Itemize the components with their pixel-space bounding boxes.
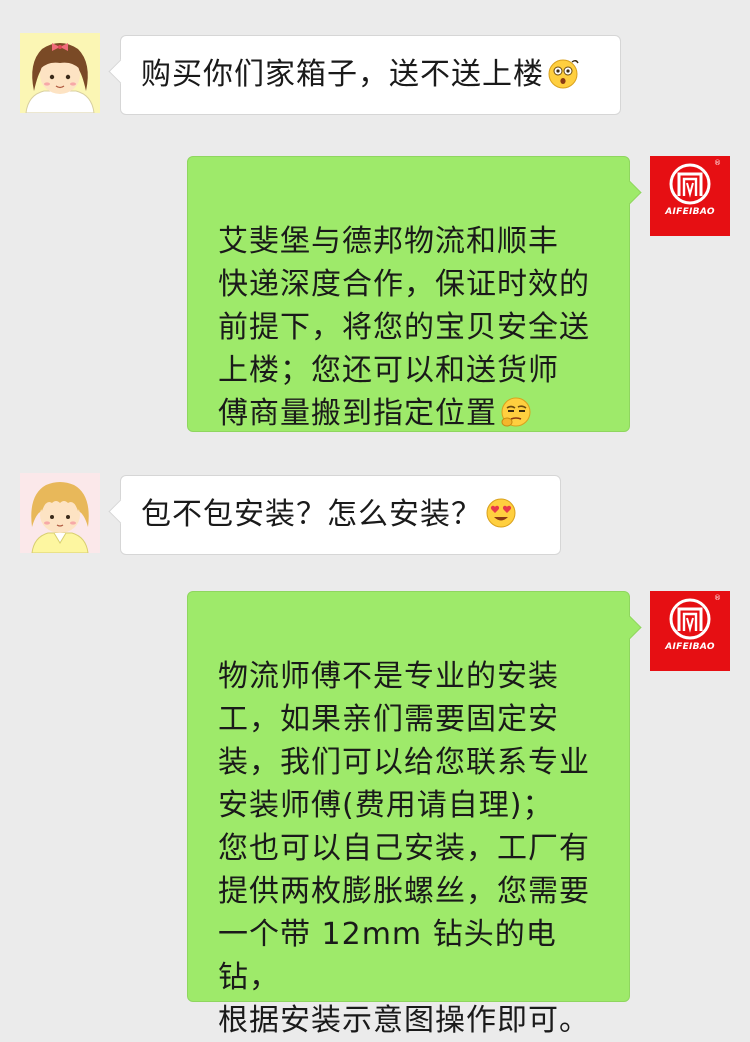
brand-name-label: AIFEIBAO bbox=[665, 642, 715, 652]
girl-with-bow-avatar-icon bbox=[20, 33, 100, 113]
heart-eyes-emoji-icon bbox=[484, 496, 518, 530]
shop-avatar[interactable]: ® AIFEIBAO bbox=[650, 591, 730, 671]
customer-avatar[interactable] bbox=[20, 473, 100, 553]
outgoing-message-bubble[interactable]: 物流师傅不是专业的安装 工，如果亲们需要固定安 装，我们可以给您联系专业 安装师… bbox=[187, 591, 630, 1038]
aifeibao-logo-icon bbox=[669, 163, 711, 205]
incoming-message-bubble[interactable]: 包不包安装？怎么安装？ bbox=[120, 475, 561, 555]
shop-avatar[interactable]: ® AIFEIBAO bbox=[650, 156, 730, 236]
message-text: 物流师傅不是专业的安装 工，如果亲们需要固定安 装，我们可以给您联系专业 安装师… bbox=[218, 659, 590, 1038]
customer-avatar[interactable] bbox=[20, 33, 100, 113]
aifeibao-logo-icon bbox=[669, 598, 711, 640]
registered-mark: ® bbox=[714, 594, 721, 602]
message-text: 购买你们家箱子，送不送上楼 bbox=[141, 57, 544, 92]
brand-name-label: AIFEIBAO bbox=[665, 207, 715, 217]
thinking-emoji-icon bbox=[499, 395, 533, 429]
message-text: 艾斐堡与德邦物流和顺丰 快递深度合作，保证时效的 前提下，将您的宝贝安全送 上楼… bbox=[218, 224, 590, 431]
incoming-message-bubble[interactable]: 购买你们家箱子，送不送上楼 bbox=[120, 35, 621, 115]
blonde-girl-avatar-icon bbox=[20, 473, 100, 553]
registered-mark: ® bbox=[714, 159, 721, 167]
outgoing-message-bubble[interactable]: 艾斐堡与德邦物流和顺丰 快递深度合作，保证时效的 前提下，将您的宝贝安全送 上楼… bbox=[187, 156, 630, 432]
message-text: 包不包安装？怎么安装？ bbox=[141, 497, 482, 532]
surprised-emoji-icon bbox=[546, 56, 580, 90]
